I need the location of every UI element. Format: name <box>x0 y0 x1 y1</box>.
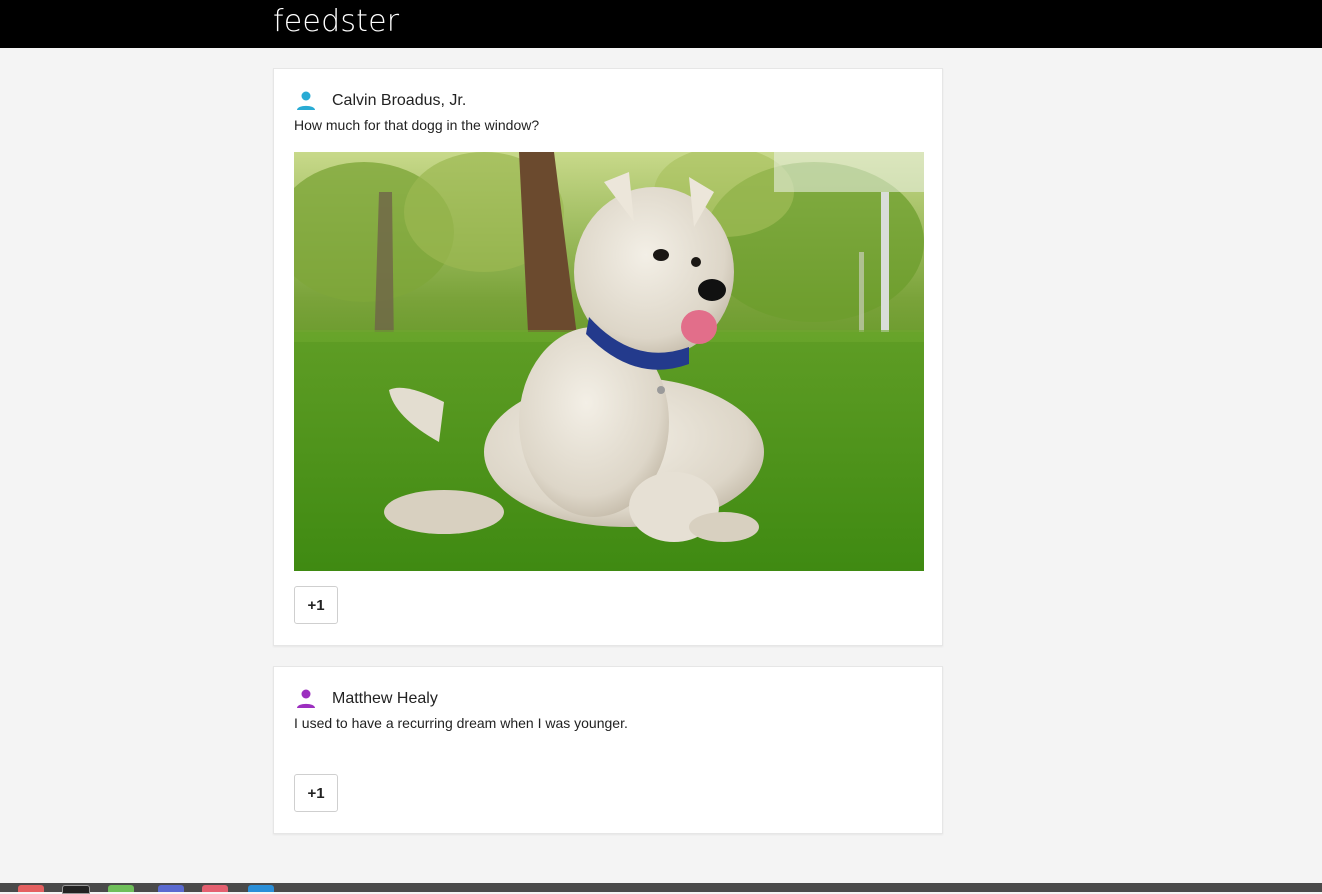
plus-one-button[interactable]: +1 <box>294 774 338 812</box>
plus-one-button[interactable]: +1 <box>294 586 338 624</box>
taskbar-app-icon[interactable] <box>62 885 90 894</box>
feed: Calvin Broadus, Jr. How much for that do… <box>273 68 943 854</box>
post-card: Matthew Healy I used to have a recurring… <box>273 666 943 834</box>
taskbar-app-icon[interactable] <box>158 885 184 892</box>
post-author-row: Matthew Healy <box>294 687 922 711</box>
taskbar-app-icon[interactable] <box>202 885 228 892</box>
person-icon <box>294 687 318 711</box>
taskbar-app-icon[interactable] <box>108 885 134 892</box>
taskbar-app-icon[interactable] <box>248 885 274 892</box>
author-name[interactable]: Matthew Healy <box>332 690 438 708</box>
post-card: Calvin Broadus, Jr. How much for that do… <box>273 68 943 646</box>
brand-logo[interactable]: feedster <box>273 2 399 42</box>
author-name[interactable]: Calvin Broadus, Jr. <box>332 92 466 110</box>
post-author-row: Calvin Broadus, Jr. <box>294 89 922 113</box>
os-taskbar <box>0 883 1322 894</box>
top-navbar: feedster <box>0 0 1322 48</box>
post-image <box>294 152 924 571</box>
taskbar-app-icon[interactable] <box>18 885 44 892</box>
post-text: I used to have a recurring dream when I … <box>294 715 628 731</box>
person-icon <box>294 89 318 113</box>
post-text: How much for that dogg in the window? <box>294 117 540 133</box>
